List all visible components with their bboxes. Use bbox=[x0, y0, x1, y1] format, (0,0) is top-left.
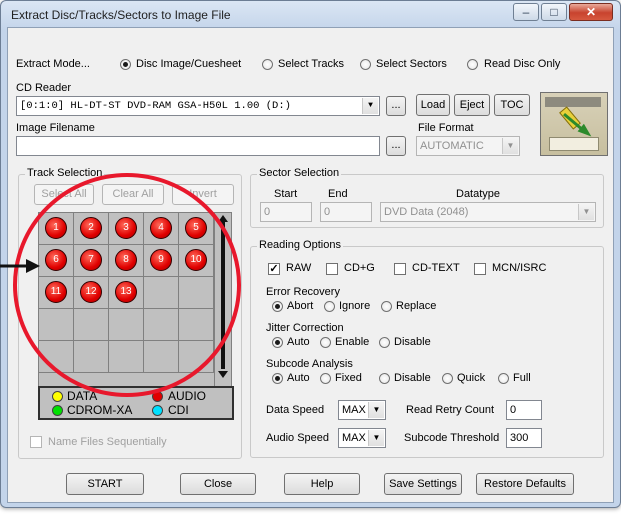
annotation-arrow-head bbox=[26, 259, 40, 273]
annotation-overlay bbox=[0, 173, 241, 397]
annotation-circle bbox=[13, 173, 241, 397]
